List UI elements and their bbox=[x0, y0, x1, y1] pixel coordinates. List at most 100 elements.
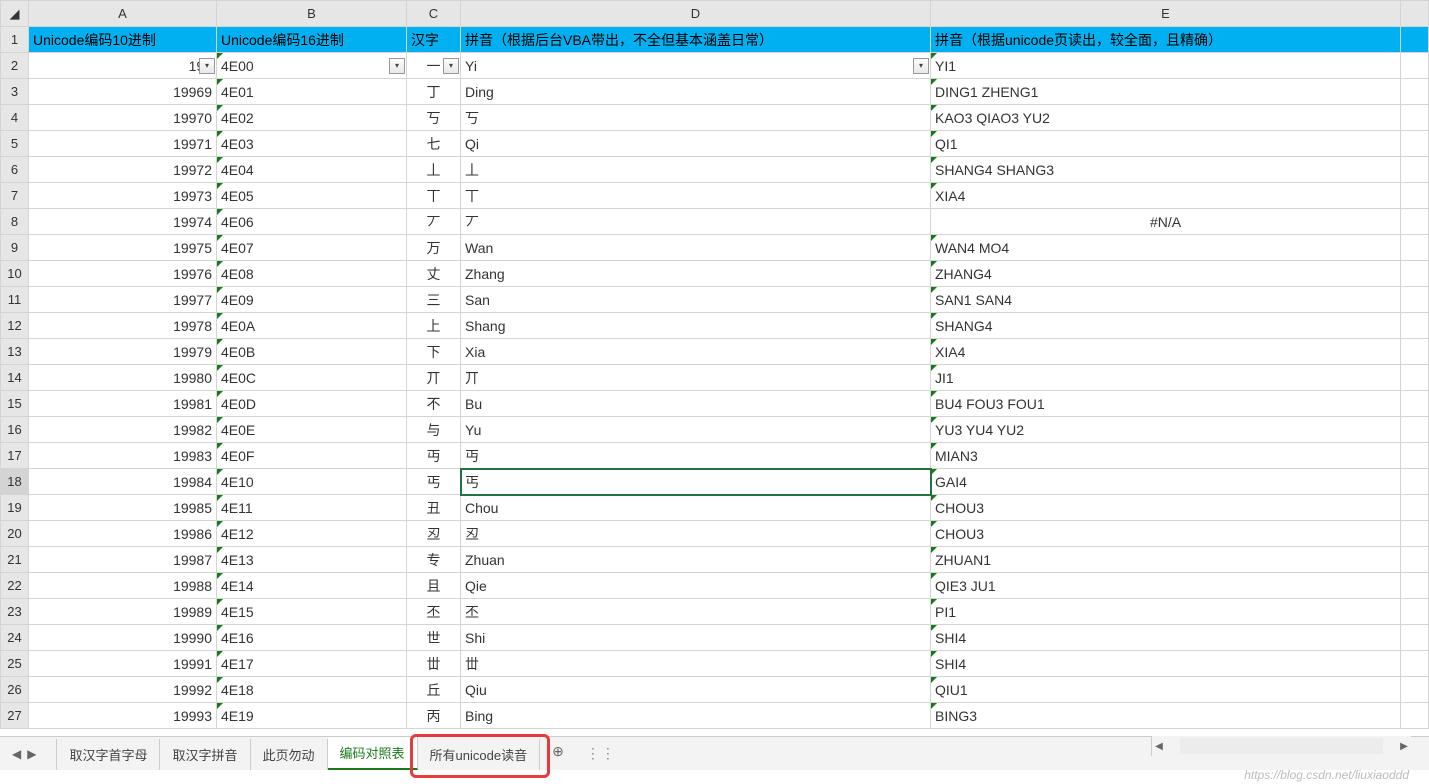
cell-blank-20[interactable] bbox=[1401, 521, 1429, 547]
cell-C26[interactable]: 丘 bbox=[407, 677, 461, 703]
cell-blank-5[interactable] bbox=[1401, 131, 1429, 157]
add-sheet-button[interactable]: ⊕ bbox=[540, 737, 576, 770]
cell-C20[interactable]: 丒 bbox=[407, 521, 461, 547]
row-header-25[interactable]: 25 bbox=[1, 651, 29, 677]
cell-A13[interactable]: 19979 bbox=[29, 339, 217, 365]
cell-C11[interactable]: 三 bbox=[407, 287, 461, 313]
cell-B16[interactable]: 4E0E bbox=[217, 417, 407, 443]
cell-A1[interactable]: Unicode编码10进制 bbox=[29, 27, 217, 53]
cell-A3[interactable]: 19969 bbox=[29, 79, 217, 105]
cell-E15[interactable]: BU4 FOU3 FOU1 bbox=[931, 391, 1401, 417]
cell-C27[interactable]: 丙 bbox=[407, 703, 461, 729]
cell-D21[interactable]: Zhuan bbox=[461, 547, 931, 573]
cell-D26[interactable]: Qiu bbox=[461, 677, 931, 703]
cell-blank-24[interactable] bbox=[1401, 625, 1429, 651]
cell-B3[interactable]: 4E01 bbox=[217, 79, 407, 105]
cell-A8[interactable]: 19974 bbox=[29, 209, 217, 235]
cell-E21[interactable]: ZHUAN1 bbox=[931, 547, 1401, 573]
cell-D10[interactable]: Zhang bbox=[461, 261, 931, 287]
row-header-14[interactable]: 14 bbox=[1, 365, 29, 391]
cell-D19[interactable]: Chou bbox=[461, 495, 931, 521]
row-header-12[interactable]: 12 bbox=[1, 313, 29, 339]
cell-B2[interactable]: 4E00▾ bbox=[217, 53, 407, 79]
col-header-C[interactable]: C bbox=[407, 1, 461, 27]
cell-blank-7[interactable] bbox=[1401, 183, 1429, 209]
cell-D8[interactable]: 丆 bbox=[461, 209, 931, 235]
cell-B24[interactable]: 4E16 bbox=[217, 625, 407, 651]
row-header-4[interactable]: 4 bbox=[1, 105, 29, 131]
cell-D15[interactable]: Bu bbox=[461, 391, 931, 417]
cell-B15[interactable]: 4E0D bbox=[217, 391, 407, 417]
row-header-13[interactable]: 13 bbox=[1, 339, 29, 365]
cell-blank-18[interactable] bbox=[1401, 469, 1429, 495]
row-header-26[interactable]: 26 bbox=[1, 677, 29, 703]
cell-A7[interactable]: 19973 bbox=[29, 183, 217, 209]
cell-C16[interactable]: 与 bbox=[407, 417, 461, 443]
cell-E2[interactable]: YI1 bbox=[931, 53, 1401, 79]
cell-C12[interactable]: 上 bbox=[407, 313, 461, 339]
scroll-right-icon[interactable]: ▶ bbox=[1397, 741, 1411, 752]
cell-D25[interactable]: 丗 bbox=[461, 651, 931, 677]
cell-D23[interactable]: 丕 bbox=[461, 599, 931, 625]
row-header-22[interactable]: 22 bbox=[1, 573, 29, 599]
cell-A2[interactable]: 199▾ bbox=[29, 53, 217, 79]
sheet-tab[interactable]: 所有unicode读音 bbox=[418, 739, 541, 770]
cell-C23[interactable]: 丕 bbox=[407, 599, 461, 625]
cell-C13[interactable]: 下 bbox=[407, 339, 461, 365]
cell-A21[interactable]: 19987 bbox=[29, 547, 217, 573]
cell-blank-6[interactable] bbox=[1401, 157, 1429, 183]
select-all-corner[interactable]: ◢ bbox=[1, 1, 29, 27]
row-header-10[interactable]: 10 bbox=[1, 261, 29, 287]
cell-C19[interactable]: 丑 bbox=[407, 495, 461, 521]
cell-D27[interactable]: Bing bbox=[461, 703, 931, 729]
cell-E11[interactable]: SAN1 SAN4 bbox=[931, 287, 1401, 313]
cell-B10[interactable]: 4E08 bbox=[217, 261, 407, 287]
cell-E4[interactable]: KAO3 QIAO3 YU2 bbox=[931, 105, 1401, 131]
cell-E5[interactable]: QI1 bbox=[931, 131, 1401, 157]
cell-A6[interactable]: 19972 bbox=[29, 157, 217, 183]
row-header-27[interactable]: 27 bbox=[1, 703, 29, 729]
cell-E10[interactable]: ZHANG4 bbox=[931, 261, 1401, 287]
cell-blank-14[interactable] bbox=[1401, 365, 1429, 391]
cell-B5[interactable]: 4E03 bbox=[217, 131, 407, 157]
cell-E9[interactable]: WAN4 MO4 bbox=[931, 235, 1401, 261]
cell-B13[interactable]: 4E0B bbox=[217, 339, 407, 365]
cell-B22[interactable]: 4E14 bbox=[217, 573, 407, 599]
split-handle[interactable]: ⋮⋮ bbox=[576, 745, 626, 762]
cell-C25[interactable]: 丗 bbox=[407, 651, 461, 677]
cell-D22[interactable]: Qie bbox=[461, 573, 931, 599]
cell-A18[interactable]: 19984 bbox=[29, 469, 217, 495]
cell-E23[interactable]: PI1 bbox=[931, 599, 1401, 625]
cell-blank-21[interactable] bbox=[1401, 547, 1429, 573]
cell-A27[interactable]: 19993 bbox=[29, 703, 217, 729]
scroll-left-icon[interactable]: ◀ bbox=[1152, 741, 1166, 752]
row-header-21[interactable]: 21 bbox=[1, 547, 29, 573]
cell-A4[interactable]: 19970 bbox=[29, 105, 217, 131]
filter-button[interactable]: ▾ bbox=[443, 58, 459, 74]
row-header-17[interactable]: 17 bbox=[1, 443, 29, 469]
cell-A23[interactable]: 19989 bbox=[29, 599, 217, 625]
cell-D4[interactable]: 丂 bbox=[461, 105, 931, 131]
sheet-tab[interactable]: 取汉字首字母 bbox=[56, 739, 160, 770]
cell-E17[interactable]: MIAN3 bbox=[931, 443, 1401, 469]
row-header-23[interactable]: 23 bbox=[1, 599, 29, 625]
cell-A25[interactable]: 19991 bbox=[29, 651, 217, 677]
row-header-6[interactable]: 6 bbox=[1, 157, 29, 183]
cell-E25[interactable]: SHI4 bbox=[931, 651, 1401, 677]
cell-E22[interactable]: QIE3 JU1 bbox=[931, 573, 1401, 599]
cell-E7[interactable]: XIA4 bbox=[931, 183, 1401, 209]
cell-B17[interactable]: 4E0F bbox=[217, 443, 407, 469]
cell-C17[interactable]: 丏 bbox=[407, 443, 461, 469]
cell-A15[interactable]: 19981 bbox=[29, 391, 217, 417]
cell-blank-2[interactable] bbox=[1401, 53, 1429, 79]
sheet-tab[interactable]: 取汉字拼音 bbox=[160, 739, 250, 770]
cell-E3[interactable]: DING1 ZHENG1 bbox=[931, 79, 1401, 105]
filter-button[interactable]: ▾ bbox=[913, 58, 929, 74]
cell-C14[interactable]: 丌 bbox=[407, 365, 461, 391]
cell-C15[interactable]: 不 bbox=[407, 391, 461, 417]
cell-A9[interactable]: 19975 bbox=[29, 235, 217, 261]
cell-blank-23[interactable] bbox=[1401, 599, 1429, 625]
cell-A17[interactable]: 19983 bbox=[29, 443, 217, 469]
row-header-1[interactable]: 1 bbox=[1, 27, 29, 53]
cell-A26[interactable]: 19992 bbox=[29, 677, 217, 703]
